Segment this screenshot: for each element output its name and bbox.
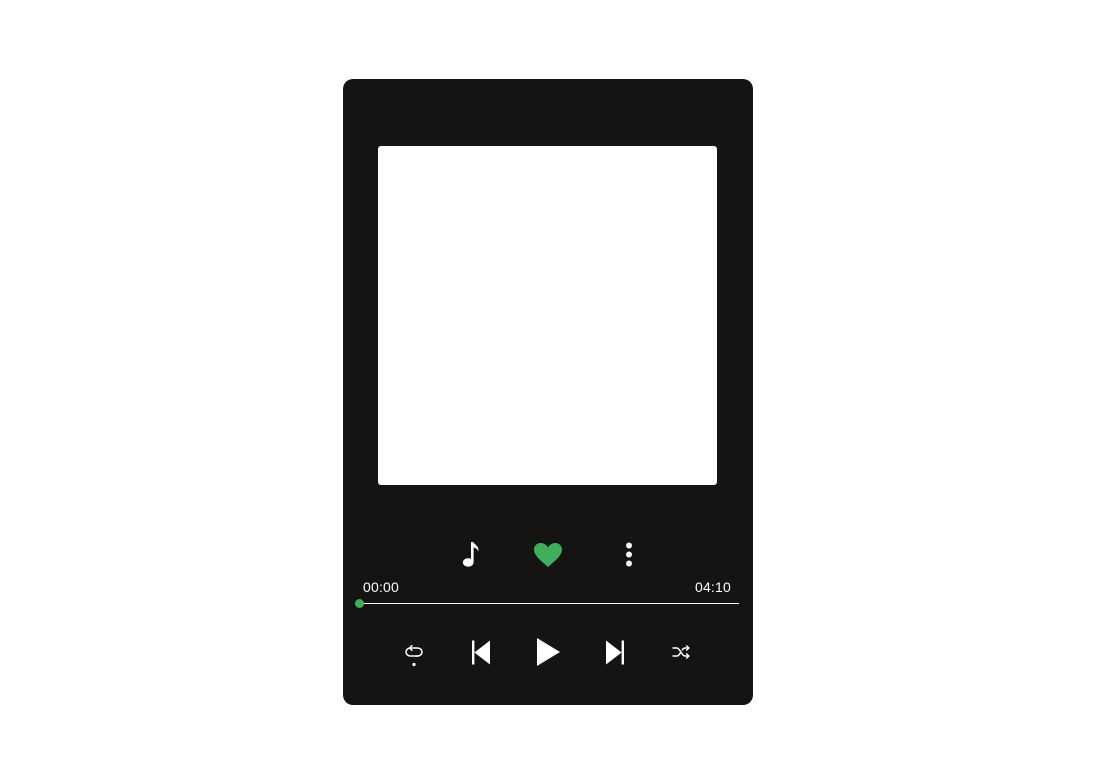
skip-next-icon[interactable] (605, 640, 625, 665)
skip-previous-icon[interactable] (471, 640, 491, 665)
repeat-icon[interactable] (404, 645, 424, 667)
elapsed-time: 00:00 (363, 579, 400, 595)
music-player-card: 00:00 04:10 (343, 79, 753, 705)
progress-track (359, 603, 739, 604)
music-note-icon[interactable] (461, 541, 481, 569)
heart-icon[interactable] (533, 542, 563, 568)
play-icon[interactable] (536, 637, 561, 667)
progress-knob[interactable] (355, 599, 364, 608)
more-vertical-icon[interactable] (623, 542, 635, 568)
album-artwork (378, 146, 717, 485)
shuffle-icon[interactable] (672, 645, 691, 659)
progress-bar[interactable] (355, 599, 739, 608)
total-duration: 04:10 (694, 579, 731, 595)
